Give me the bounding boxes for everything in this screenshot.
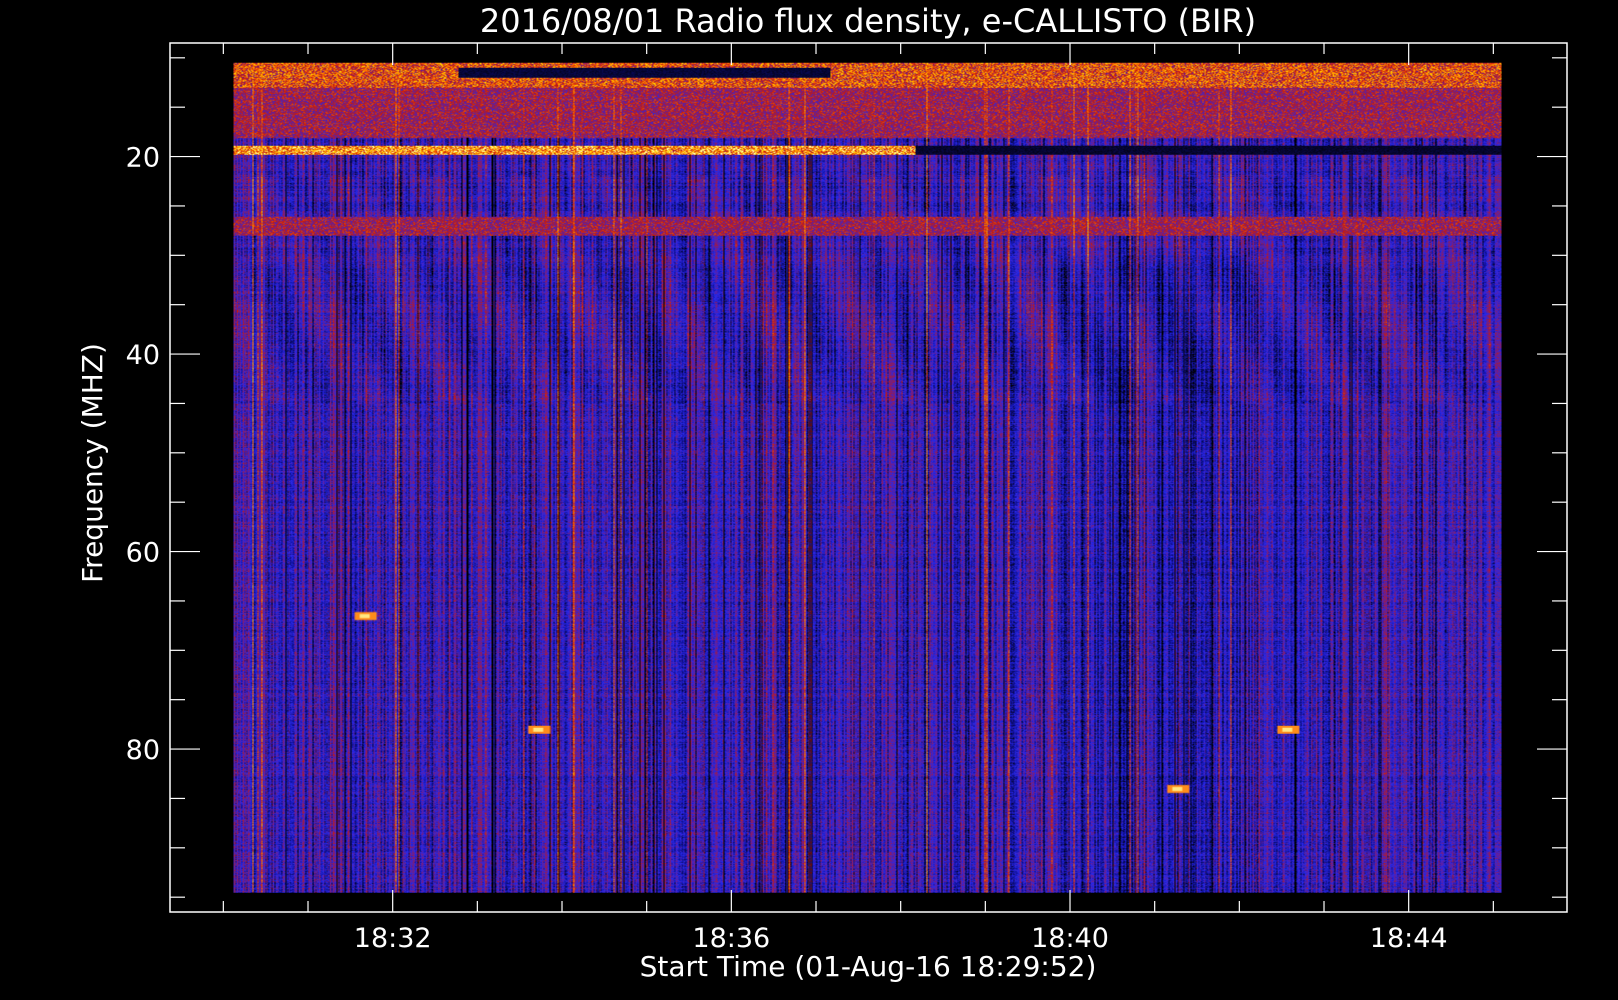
x-tick-label: 18:44	[1370, 923, 1448, 954]
y-axis-label: Frequency (MHZ)	[76, 343, 109, 583]
y-tick-label: 40	[126, 340, 160, 371]
x-tick-label: 18:32	[354, 923, 432, 954]
y-tick-label: 20	[126, 143, 160, 174]
spectrogram-heatmap	[233, 62, 1502, 893]
y-tick-label: 80	[126, 735, 160, 766]
chart-title: 2016/08/01 Radio flux density, e-CALLIST…	[480, 2, 1256, 40]
spectrogram-raster	[233, 62, 1502, 893]
x-axis-label: Start Time (01-Aug-16 18:29:52)	[640, 950, 1097, 983]
y-tick-label: 60	[126, 538, 160, 569]
spectrogram-figure: 2016/08/01 Radio flux density, e-CALLIST…	[0, 0, 1618, 1000]
